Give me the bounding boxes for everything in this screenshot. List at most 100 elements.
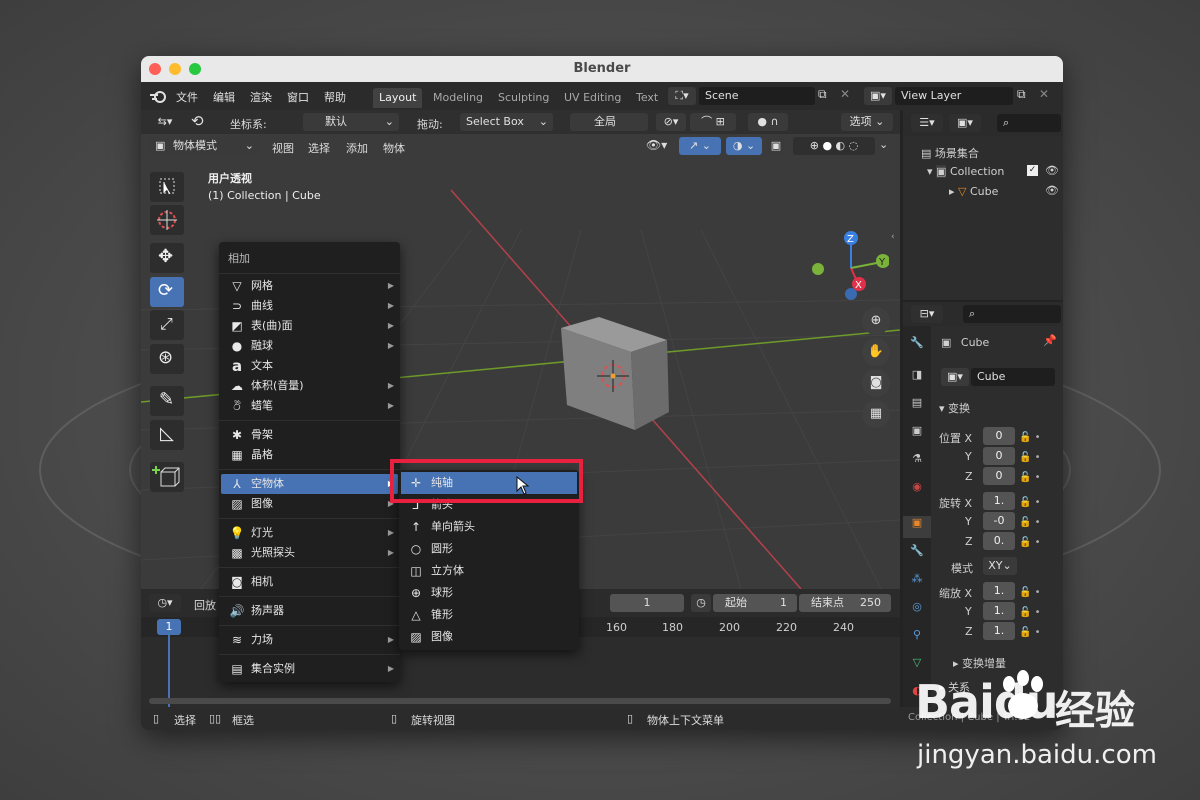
output-tab-icon[interactable]: ▤	[903, 396, 931, 418]
render-tab-icon[interactable]: ◨	[903, 368, 931, 390]
annotate-tool[interactable]: ✎	[150, 386, 184, 416]
menu-item-camera[interactable]: ◙ 相机	[221, 572, 398, 592]
outliner-editor-type[interactable]: ☰▾	[911, 114, 943, 132]
editor-type-button[interactable]: ⇆▾	[149, 113, 181, 131]
menu-file[interactable]: 文件	[176, 89, 198, 105]
pivot-icon[interactable]: ⟲	[191, 112, 217, 132]
sidebar-toggle-icon[interactable]: ‹	[891, 232, 895, 242]
blender-logo-icon[interactable]	[149, 88, 167, 104]
transform-tool[interactable]: ⊛	[150, 344, 184, 374]
scene-tab-icon[interactable]: ⚗	[903, 452, 931, 474]
ortho-grid-icon[interactable]: ▦	[862, 400, 890, 428]
menu-item-text[interactable]: a 文本	[221, 356, 398, 376]
submenu-item-sphere[interactable]: ⊕ 球形	[401, 582, 577, 604]
tab-modeling[interactable]: Modeling	[427, 88, 489, 108]
delete-scene-icon[interactable]: ✕	[840, 87, 856, 105]
menu-item-metaball[interactable]: ● 融球 ▶	[221, 336, 398, 356]
playback-menu[interactable]: 回放	[194, 597, 216, 613]
menu-render[interactable]: 渲染	[250, 89, 272, 105]
object-tab-icon[interactable]: ▣	[903, 516, 931, 538]
snap-toggle[interactable]: ⊘▾	[656, 113, 686, 131]
visibility-icon[interactable]: 👁▾	[646, 138, 676, 156]
lock-icons[interactable]: 🔓 • 🔓 • 🔓 •	[1019, 493, 1041, 553]
current-frame-field[interactable]: 1	[610, 594, 684, 612]
start-frame-field[interactable]: 起始 1	[713, 594, 797, 612]
pan-hand-icon[interactable]: ✋	[862, 338, 890, 366]
display-mode-dropdown[interactable]: ▣▾	[949, 114, 981, 132]
menu-item-image[interactable]: ▨ 图像 ▶	[221, 494, 398, 514]
location-z-field[interactable]: 0	[983, 467, 1015, 485]
options-dropdown[interactable]: 选项 ⌄	[841, 113, 893, 131]
rotation-mode-dropdown[interactable]: XY⌄	[983, 557, 1017, 575]
menu-item-lattice[interactable]: ▦ 晶格	[221, 445, 398, 465]
snapping-button[interactable]: ⌒ ⊞	[690, 113, 736, 131]
cube-row[interactable]: ▸ ▽ Cube 👁	[949, 184, 1063, 198]
shading-options-icon[interactable]: ⌄	[879, 138, 888, 151]
tool-tab-icon[interactable]: 🔧	[903, 336, 931, 358]
zoom-icon[interactable]: ⊕	[862, 307, 890, 335]
submenu-item-circle[interactable]: ○ 圆形	[401, 538, 577, 560]
properties-search-input[interactable]: ⌕	[963, 305, 1061, 323]
shading-buttons[interactable]: ⊕ ● ◐ ◌	[793, 137, 875, 155]
world-tab-icon[interactable]: ◉	[903, 480, 931, 502]
menu-item-force-field[interactable]: ≋ 力场 ▶	[221, 630, 398, 650]
view-layer-name-field[interactable]: View Layer	[895, 87, 1013, 105]
timeline-scrollbar[interactable]	[149, 698, 891, 704]
mode-dropdown[interactable]: ▣ 物体模式 ⌄	[149, 137, 259, 155]
select-box-tool[interactable]	[150, 172, 184, 202]
rotate-tool[interactable]: ⟳	[150, 277, 184, 307]
checkbox-icon[interactable]: ✓	[1027, 165, 1038, 176]
outliner-search-input[interactable]: ⌕	[997, 114, 1061, 132]
constraints-tab-icon[interactable]: ⚲	[903, 628, 931, 650]
menu-edit[interactable]: 编辑	[213, 89, 235, 105]
menu-item-empty[interactable]: ⅄ 空物体 ▶	[221, 474, 398, 494]
scale-tool[interactable]: ⤢	[150, 310, 184, 340]
submenu-item-cone[interactable]: △ 锥形	[401, 604, 577, 626]
delta-transform-header[interactable]: ▸ 变换增量	[953, 655, 1006, 671]
menu-item-volume[interactable]: ☁ 体积(音量) ▶	[221, 376, 398, 396]
menu-help[interactable]: 帮助	[324, 89, 346, 105]
modifier-tab-icon[interactable]: 🔧	[903, 544, 931, 566]
tab-sculpting[interactable]: Sculpting	[492, 88, 555, 108]
collection-row[interactable]: ▾ ▣ Collection ✓ 👁	[927, 164, 1063, 178]
physics-tab-icon[interactable]: ◎	[903, 600, 931, 622]
move-tool[interactable]: ✥	[150, 243, 184, 273]
menu-item-light[interactable]: 💡 灯光 ▶	[221, 523, 398, 543]
submenu-item-image[interactable]: ▨ 图像	[401, 626, 577, 648]
rotation-y-field[interactable]: -0	[983, 512, 1015, 530]
scale-y-field[interactable]: 1.	[983, 602, 1015, 620]
eye-icon[interactable]: 👁	[1045, 164, 1059, 177]
stopwatch-icon[interactable]: ◷	[691, 594, 711, 612]
menu-item-speaker[interactable]: 🔊 扬声器	[221, 601, 398, 621]
particles-tab-icon[interactable]: ⁂	[903, 572, 931, 594]
view-layer-tab-icon[interactable]: ▣	[903, 424, 931, 446]
menu-item-surface[interactable]: ◩ 表(曲)面 ▶	[221, 316, 398, 336]
menu-item-mesh[interactable]: ▽ 网格 ▶	[221, 276, 398, 296]
view-layer-selector-button[interactable]: ▣▾	[864, 87, 892, 105]
scale-z-field[interactable]: 1.	[983, 622, 1015, 640]
tab-uv-editing[interactable]: UV Editing	[558, 88, 627, 108]
menu-item-light-probe[interactable]: ▩ 光照探头 ▶	[221, 543, 398, 563]
menu-view[interactable]: 视图	[272, 140, 294, 156]
menu-add[interactable]: 添加	[346, 140, 368, 156]
scene-selector-button[interactable]: ⛶▾	[668, 87, 696, 105]
tab-layout[interactable]: Layout	[373, 88, 423, 108]
camera-view-icon[interactable]: ◙	[862, 369, 890, 397]
transform-panel-header[interactable]: ▾ 变换	[939, 400, 970, 416]
proportional-edit-button[interactable]: ● ∩	[748, 113, 788, 131]
menu-item-grease-pencil[interactable]: ඊ 蜡笔 ▶	[221, 396, 398, 416]
gizmo-toggle[interactable]: ↗ ⌄	[679, 137, 721, 155]
rotation-z-field[interactable]: 0.	[983, 532, 1015, 550]
add-cube-tool[interactable]	[150, 462, 184, 492]
submenu-item-cube[interactable]: ◫ 立方体	[401, 560, 577, 582]
menu-item-armature[interactable]: ✱ 骨架	[221, 425, 398, 445]
drag-dropdown[interactable]: Select Box ⌄	[460, 113, 553, 131]
object-data-name-field[interactable]: Cube	[971, 368, 1055, 386]
object-browse-button[interactable]: ▣▾	[941, 368, 969, 386]
eye-icon[interactable]: 👁	[1045, 184, 1059, 197]
delete-view-layer-icon[interactable]: ✕	[1039, 87, 1055, 105]
menu-object[interactable]: 物体	[383, 140, 405, 156]
rotation-x-field[interactable]: 1.	[983, 492, 1015, 510]
pivot-dropdown[interactable]: 全局	[570, 113, 648, 131]
coord-dropdown[interactable]: 默认 ⌄	[303, 113, 399, 131]
